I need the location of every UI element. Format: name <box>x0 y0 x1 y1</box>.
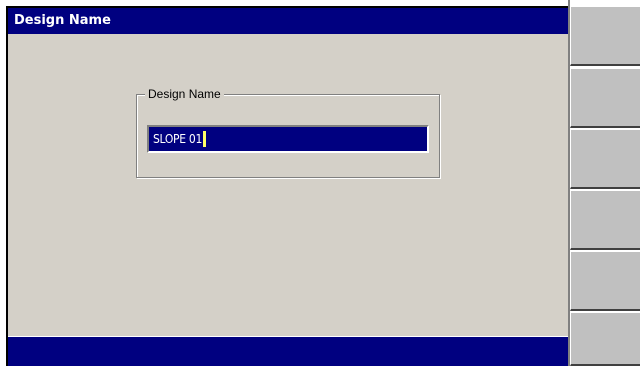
softkey-panel <box>568 0 640 366</box>
design-name-group: Design Name SLOPE 01 <box>136 87 440 178</box>
design-name-value: SLOPE 01 <box>153 132 203 146</box>
softkey-4[interactable] <box>570 190 640 250</box>
text-caret <box>203 131 207 147</box>
softkey-3[interactable] <box>570 129 640 189</box>
design-name-field[interactable]: SLOPE 01 <box>147 125 429 153</box>
softkey-2[interactable] <box>570 68 640 128</box>
design-name-input[interactable]: SLOPE 01 <box>149 127 427 151</box>
group-label: Design Name <box>145 87 224 101</box>
softkey-1[interactable] <box>570 6 640 66</box>
softkey-5[interactable] <box>570 251 640 311</box>
panel-divider <box>568 0 570 366</box>
title-bar: Design Name <box>8 8 568 34</box>
softkey-6[interactable] <box>570 312 640 366</box>
status-bar <box>8 336 568 366</box>
main-panel: Design Name Design Name SLOPE 01 <box>8 8 568 366</box>
